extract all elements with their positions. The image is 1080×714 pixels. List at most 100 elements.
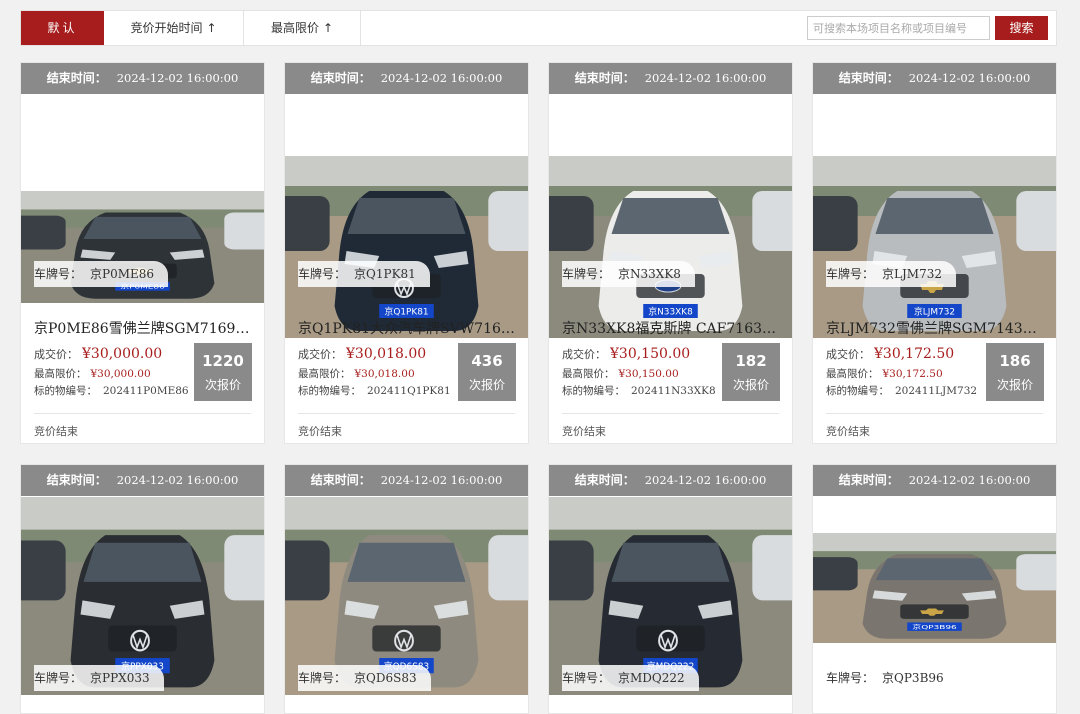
plate-value: 京Q1PK81 [354,267,416,281]
max-price-value: ¥30,150.00 [618,368,679,380]
auction-card[interactable]: 结束时间： 2024-12-02 16:00:00 京QP3B96 车牌号： 京QP… [812,464,1057,714]
deal-price-value: ¥30,018.00 [346,346,427,362]
max-price-value: ¥30,018.00 [354,368,415,380]
auction-card[interactable]: 结束时间： 2024-12-02 16:00:00 京P0ME86 车牌号： 京P0… [20,62,265,444]
price-info: 成交价： ¥30,000.00 最高限价： ¥30,000.00 标的物编号： 202… [34,343,194,400]
deal-price-value: ¥30,000.00 [82,346,163,362]
bid-count-unit: 次报价 [996,378,1033,392]
vehicle-photo[interactable]: 京LJM732 [813,156,1056,338]
bid-count-badge: 1220 次报价 [194,343,252,401]
max-price-label: 最高限价： [562,368,615,380]
end-time-value: 2024-12-02 16:00:00 [380,71,503,85]
bid-count-badge: 436 次报价 [458,343,516,401]
plate-label: 车牌号： [298,267,347,281]
end-time-value: 2024-12-02 16:00:00 [116,71,239,85]
svg-text:京N33XK8: 京N33XK8 [648,305,693,317]
deal-price-value: ¥30,150.00 [610,346,691,362]
plate-value: 京QD6S83 [354,671,417,685]
auction-card[interactable]: 结束时间： 2024-12-02 16:00:00 京N33XK8 车牌号： 京N3… [548,62,793,444]
price-info: 成交价： ¥30,150.00 最高限价： ¥30,150.00 标的物编号： 202… [562,343,722,400]
bid-count-value: 436 [471,352,503,370]
end-time-label: 结束时间： [838,473,899,487]
end-time-value: 2024-12-02 16:00:00 [644,473,767,487]
end-time-label: 结束时间： [574,473,635,487]
vehicle-photo[interactable]: 京N33XK8 [549,156,792,338]
bid-count-badge: 186 次报价 [986,343,1044,401]
vehicle-photo[interactable]: 京Q1PK81 [285,156,528,338]
plate-row: 车牌号： 京QP3B96 [813,665,1056,691]
item-no-label: 标的物编号： [298,385,361,397]
divider [298,413,515,414]
auction-status: 竞价结束 [298,425,342,438]
auction-card[interactable]: 结束时间： 2024-12-02 16:00:00 京Q1PK81 车牌号： 京Q1… [284,62,529,444]
search-button[interactable]: 搜索 [995,16,1048,40]
bid-count-unit: 次报价 [732,378,769,392]
item-title[interactable]: 京LJM732雪佛兰牌SGM7143MTB… [826,318,1048,338]
plate-row: 车牌号： 京LJM732 [813,261,1056,287]
item-title[interactable]: 京N33XK8福克斯牌 CAF7163B4白… [562,318,784,338]
divider [34,413,251,414]
plate-value: 京N33XK8 [618,267,681,281]
end-time-label: 结束时间： [310,473,371,487]
max-price-label: 最高限价： [298,368,351,380]
bid-count-value: 1220 [202,352,244,370]
auction-card[interactable]: 结束时间： 2024-12-02 16:00:00 京QD6S83 车牌号： 京QD… [284,464,529,714]
plate-value: 京QP3B96 [882,671,944,685]
svg-text:京Q1PK81: 京Q1PK81 [384,305,428,317]
plate-label: 车牌号： [826,671,875,685]
auction-card[interactable]: 结束时间： 2024-12-02 16:00:00 京MDQ222 车牌号： 京MD… [548,464,793,714]
max-price-label: 最高限价： [826,368,879,380]
item-no-label: 标的物编号： [562,385,625,397]
end-time-value: 2024-12-02 16:00:00 [380,473,503,487]
vehicle-photo[interactable]: 京QP3B96 [813,533,1056,643]
bid-count-unit: 次报价 [468,378,505,392]
plate-label: 车牌号： [298,671,347,685]
end-time-value: 2024-12-02 16:00:00 [116,473,239,487]
item-no-label: 标的物编号： [826,385,889,397]
deal-price-label: 成交价： [298,348,342,361]
item-title[interactable]: 京Q1PK81大众汽车牌SVW71612T… [298,318,520,338]
divider [562,413,779,414]
plate-row: 车牌号： 京QD6S83 [285,665,528,691]
sort-start-time-button[interactable]: 竞价开始时间 ↑ [104,11,244,45]
arrow-up-icon: ↑ [322,21,334,35]
svg-text:京LJM732: 京LJM732 [914,305,955,317]
price-info: 成交价： ¥30,018.00 最高限价： ¥30,018.00 标的物编号： 202… [298,343,458,400]
end-time-label: 结束时间： [310,71,371,85]
end-time-value: 2024-12-02 16:00:00 [908,473,1031,487]
plate-value: 京LJM732 [882,267,942,281]
deal-price-label: 成交价： [562,348,606,361]
max-price-value: ¥30,000.00 [90,368,151,380]
end-time-label: 结束时间： [574,71,635,85]
auction-status: 竞价结束 [826,425,870,438]
auction-status: 竞价结束 [34,425,78,438]
plate-label: 车牌号： [826,267,875,281]
item-title[interactable]: 京P0ME86雪佛兰牌SGM7169MTA… [34,318,256,338]
end-time-header: 结束时间： 2024-12-02 16:00:00 [813,465,1056,496]
auction-card[interactable]: 结束时间： 2024-12-02 16:00:00 京PPX033 车牌号： 京PP… [20,464,265,714]
divider [826,413,1043,414]
arrow-up-icon: ↑ [206,21,217,35]
end-time-header: 结束时间： 2024-12-02 16:00:00 [549,63,792,94]
end-time-label: 结束时间： [46,473,107,487]
end-time-header: 结束时间： 2024-12-02 16:00:00 [549,465,792,496]
sort-default-button[interactable]: 默认 [21,11,104,45]
bid-count-badge: 182 次报价 [722,343,780,401]
bid-count-unit: 次报价 [204,378,241,392]
item-no-value: 202411Q1PK81 [367,385,451,397]
plate-value: 京MDQ222 [618,671,685,685]
sort-max-price-button[interactable]: 最高限价 ↑ [244,11,361,45]
sort-max-price-label: 最高限价 [270,21,319,35]
auction-status: 竞价结束 [562,425,606,438]
search-input[interactable] [807,16,990,40]
svg-text:京QP3B96: 京QP3B96 [912,624,957,631]
auction-card[interactable]: 结束时间： 2024-12-02 16:00:00 京LJM732 车牌号： 京LJ… [812,62,1057,444]
plate-row: 车牌号： 京MDQ222 [549,665,792,691]
plate-row: 车牌号： 京P0ME86 [21,261,264,287]
plate-label: 车牌号： [562,267,611,281]
max-price-value: ¥30,172.50 [882,368,943,380]
end-time-header: 结束时间： 2024-12-02 16:00:00 [285,465,528,496]
item-no-label: 标的物编号： [34,385,97,397]
deal-price-label: 成交价： [34,348,78,361]
end-time-label: 结束时间： [838,71,899,85]
